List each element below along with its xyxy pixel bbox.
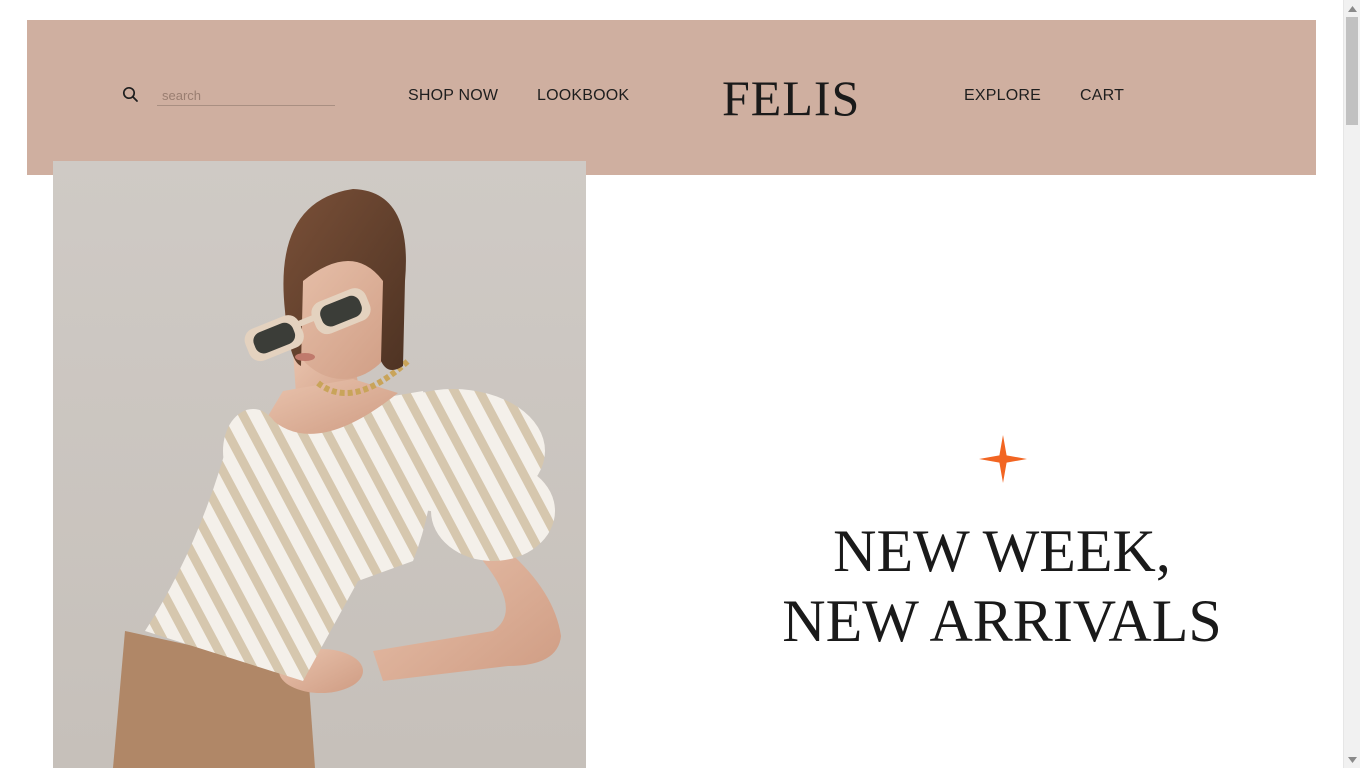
search-icon[interactable]: [122, 86, 140, 104]
nav-cart-link[interactable]: CART: [1080, 87, 1124, 105]
page: SHOP NOW LOOKBOOK FELIS EXPLORE CART: [0, 0, 1360, 768]
scroll-down-arrow-icon[interactable]: [1344, 751, 1360, 768]
nav-shop-now-link[interactable]: SHOP NOW: [408, 87, 498, 105]
nav-explore-link[interactable]: EXPLORE: [964, 87, 1041, 105]
four-point-star-icon: [979, 435, 1027, 483]
brand-logo[interactable]: FELIS: [722, 70, 860, 126]
headline-line-1: NEW WEEK,: [833, 518, 1171, 584]
vertical-scrollbar[interactable]: [1343, 0, 1360, 768]
hero-model-image: [53, 161, 586, 768]
headline-line-2: NEW ARRIVALS: [782, 588, 1222, 654]
scrollbar-thumb[interactable]: [1346, 17, 1358, 125]
hero-headline: NEW WEEK, NEW ARRIVALS: [700, 516, 1304, 656]
scroll-up-arrow-icon[interactable]: [1344, 0, 1360, 17]
search-input[interactable]: [157, 86, 335, 106]
nav-lookbook-link[interactable]: LOOKBOOK: [537, 87, 629, 105]
